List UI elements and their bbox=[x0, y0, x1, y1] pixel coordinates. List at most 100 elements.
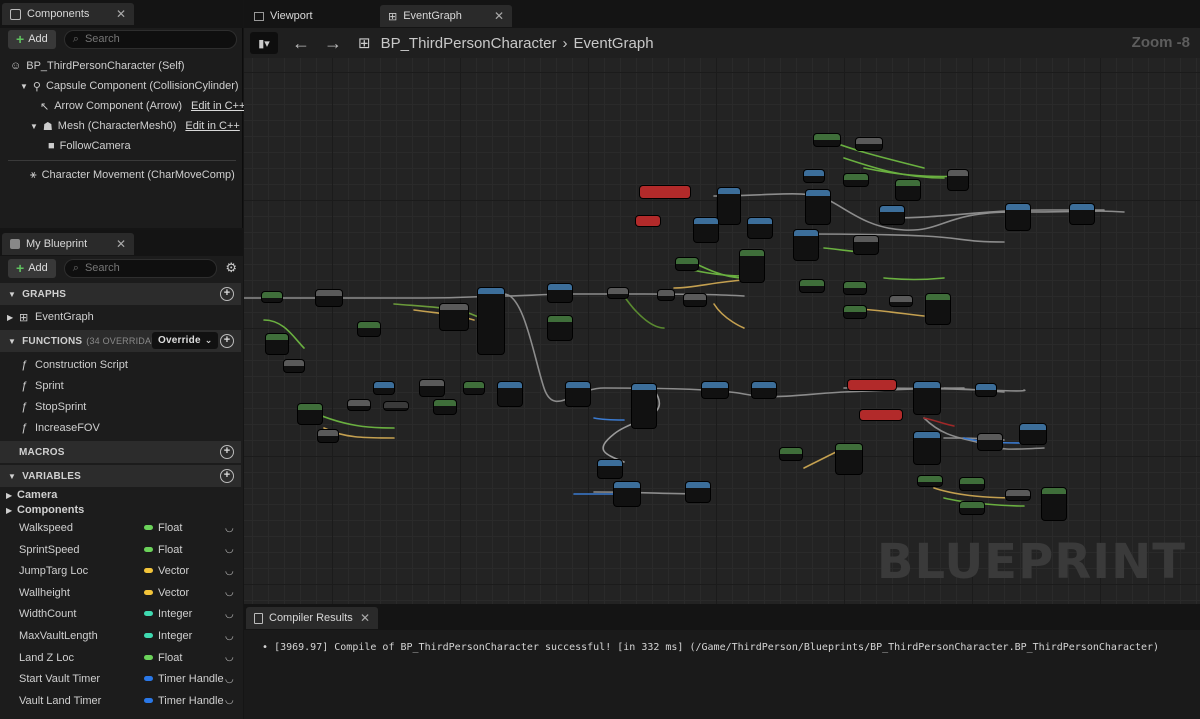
tab-my-blueprint[interactable]: My Blueprint ✕ bbox=[2, 233, 134, 255]
graph-node[interactable] bbox=[632, 384, 656, 428]
eye-closed-icon[interactable]: ◡ bbox=[225, 544, 234, 555]
add-member-button[interactable]: + Add bbox=[8, 258, 56, 278]
tree-item-movement[interactable]: ⚹ Character Movement (CharMoveComp) bbox=[30, 166, 235, 184]
variable-item[interactable]: Vault Land Timer Timer Handle ◡ bbox=[0, 691, 241, 711]
graph-node[interactable] bbox=[608, 288, 628, 298]
graph-node[interactable] bbox=[384, 402, 408, 410]
blueprint-search-input[interactable] bbox=[84, 262, 209, 274]
eye-closed-icon[interactable]: ◡ bbox=[225, 695, 234, 706]
override-dropdown[interactable]: Override ⌄ bbox=[152, 332, 219, 349]
variable-category-camera[interactable]: ▶ Camera bbox=[0, 487, 241, 503]
graph-node[interactable] bbox=[804, 170, 824, 182]
graph-node[interactable] bbox=[1006, 204, 1030, 230]
variables-section-header[interactable]: ▼ VARIABLES + bbox=[0, 465, 241, 487]
graph-node[interactable] bbox=[464, 382, 484, 394]
graph-node[interactable] bbox=[614, 482, 640, 506]
breadcrumb-graph[interactable]: EventGraph bbox=[574, 35, 654, 52]
graph-node[interactable] bbox=[918, 476, 942, 486]
graph-node[interactable] bbox=[890, 296, 912, 306]
variable-item[interactable]: SprintSpeed Float ◡ bbox=[0, 540, 241, 560]
graph-node[interactable] bbox=[548, 316, 572, 340]
tab-components[interactable]: Components ✕ bbox=[2, 3, 134, 25]
add-variable-icon[interactable]: + bbox=[220, 469, 234, 483]
graph-node[interactable] bbox=[718, 188, 740, 224]
components-search-input[interactable] bbox=[84, 33, 228, 45]
tree-item-camera[interactable]: ■ FollowCamera bbox=[48, 137, 131, 155]
graph-canvas[interactable]: BLUEPRINT bbox=[244, 58, 1200, 604]
graph-node[interactable] bbox=[374, 382, 394, 394]
tab-compiler-results[interactable]: Compiler Results ✕ bbox=[246, 607, 378, 629]
graph-node[interactable] bbox=[926, 294, 950, 324]
graph-node[interactable] bbox=[348, 400, 370, 410]
graph-node[interactable] bbox=[318, 430, 338, 442]
macros-section-header[interactable]: MACROS + bbox=[0, 441, 241, 463]
graph-node[interactable] bbox=[960, 502, 984, 514]
gear-icon[interactable]: ⚙ bbox=[225, 260, 237, 276]
graph-node[interactable] bbox=[1070, 204, 1094, 224]
graph-node[interactable] bbox=[914, 432, 940, 464]
function-item-stopsprint[interactable]: ƒ StopSprint bbox=[0, 397, 241, 417]
graph-node[interactable] bbox=[844, 306, 866, 318]
graph-item-eventgraph[interactable]: ▶ ⊞ EventGraph bbox=[0, 307, 241, 327]
close-icon[interactable]: ✕ bbox=[116, 7, 126, 21]
graph-node[interactable] bbox=[298, 404, 322, 424]
graph-node[interactable] bbox=[358, 322, 380, 336]
graph-node[interactable] bbox=[694, 218, 718, 242]
graph-node[interactable] bbox=[440, 304, 468, 330]
bookmark-button[interactable]: ▮▾ bbox=[250, 32, 278, 54]
graph-node[interactable] bbox=[806, 190, 830, 224]
graph-node[interactable] bbox=[1020, 424, 1046, 444]
graph-node[interactable] bbox=[686, 482, 710, 502]
function-item-increasefov[interactable]: ƒ IncreaseFOV bbox=[0, 418, 241, 438]
tree-item-mesh[interactable]: ▼ ☗ Mesh (CharacterMesh0) Edit in C++ bbox=[30, 117, 240, 135]
graph-node[interactable] bbox=[434, 400, 456, 414]
breadcrumb-blueprint[interactable]: BP_ThirdPersonCharacter bbox=[381, 35, 557, 52]
graph-node[interactable] bbox=[658, 290, 674, 300]
graph-node[interactable] bbox=[814, 134, 840, 146]
graph-node[interactable] bbox=[854, 236, 878, 254]
graph-node[interactable] bbox=[1042, 488, 1066, 520]
tree-item-self[interactable]: ☺ BP_ThirdPersonCharacter (Self) bbox=[10, 57, 185, 75]
graph-node[interactable] bbox=[262, 292, 282, 302]
add-component-button[interactable]: + Add bbox=[8, 29, 56, 49]
graph-node[interactable] bbox=[844, 282, 866, 294]
graph-node[interactable] bbox=[948, 170, 968, 190]
graph-node[interactable] bbox=[266, 334, 288, 354]
function-item-construction[interactable]: ƒ Construction Script bbox=[0, 355, 241, 375]
blueprint-search[interactable]: ⌕ bbox=[63, 258, 218, 278]
eye-closed-icon[interactable]: ◡ bbox=[225, 566, 234, 577]
graph-node[interactable] bbox=[960, 478, 984, 490]
graph-node[interactable] bbox=[478, 288, 504, 354]
variable-item[interactable]: Start Vault Timer Timer Handle ◡ bbox=[0, 669, 241, 689]
graph-node[interactable] bbox=[598, 460, 622, 478]
graph-node[interactable] bbox=[1006, 490, 1030, 500]
function-item-sprint[interactable]: ƒ Sprint bbox=[0, 376, 241, 396]
close-icon[interactable]: ✕ bbox=[116, 237, 126, 251]
graph-node[interactable] bbox=[498, 382, 522, 406]
graph-node[interactable] bbox=[284, 360, 304, 372]
graph-node[interactable] bbox=[896, 180, 920, 200]
graph-node[interactable] bbox=[860, 410, 902, 420]
eye-closed-icon[interactable]: ◡ bbox=[225, 523, 234, 534]
edit-in-cpp-link[interactable]: Edit in C++ bbox=[191, 100, 245, 112]
graph-node[interactable] bbox=[702, 382, 728, 398]
eye-closed-icon[interactable]: ◡ bbox=[225, 674, 234, 685]
tab-eventgraph[interactable]: ⊞ EventGraph ✕ bbox=[380, 5, 512, 27]
variable-item[interactable]: Walkspeed Float ◡ bbox=[0, 518, 241, 538]
graph-node[interactable] bbox=[836, 444, 862, 474]
graph-node[interactable] bbox=[752, 382, 776, 398]
graph-node[interactable] bbox=[566, 382, 590, 406]
back-arrow-icon[interactable]: ← bbox=[292, 33, 310, 54]
graph-node[interactable] bbox=[780, 448, 802, 460]
forward-arrow-icon[interactable]: → bbox=[324, 33, 342, 54]
close-icon[interactable]: ✕ bbox=[494, 9, 504, 23]
add-macro-icon[interactable]: + bbox=[220, 445, 234, 459]
graph-node[interactable] bbox=[684, 294, 706, 306]
graph-node[interactable] bbox=[794, 230, 818, 260]
graph-node[interactable] bbox=[748, 218, 772, 238]
edit-in-cpp-link[interactable]: Edit in C++ bbox=[185, 120, 239, 132]
close-icon[interactable]: ✕ bbox=[360, 611, 370, 625]
components-search[interactable]: ⌕ bbox=[63, 29, 237, 49]
eye-closed-icon[interactable]: ◡ bbox=[225, 587, 234, 598]
graph-node[interactable] bbox=[740, 250, 764, 282]
